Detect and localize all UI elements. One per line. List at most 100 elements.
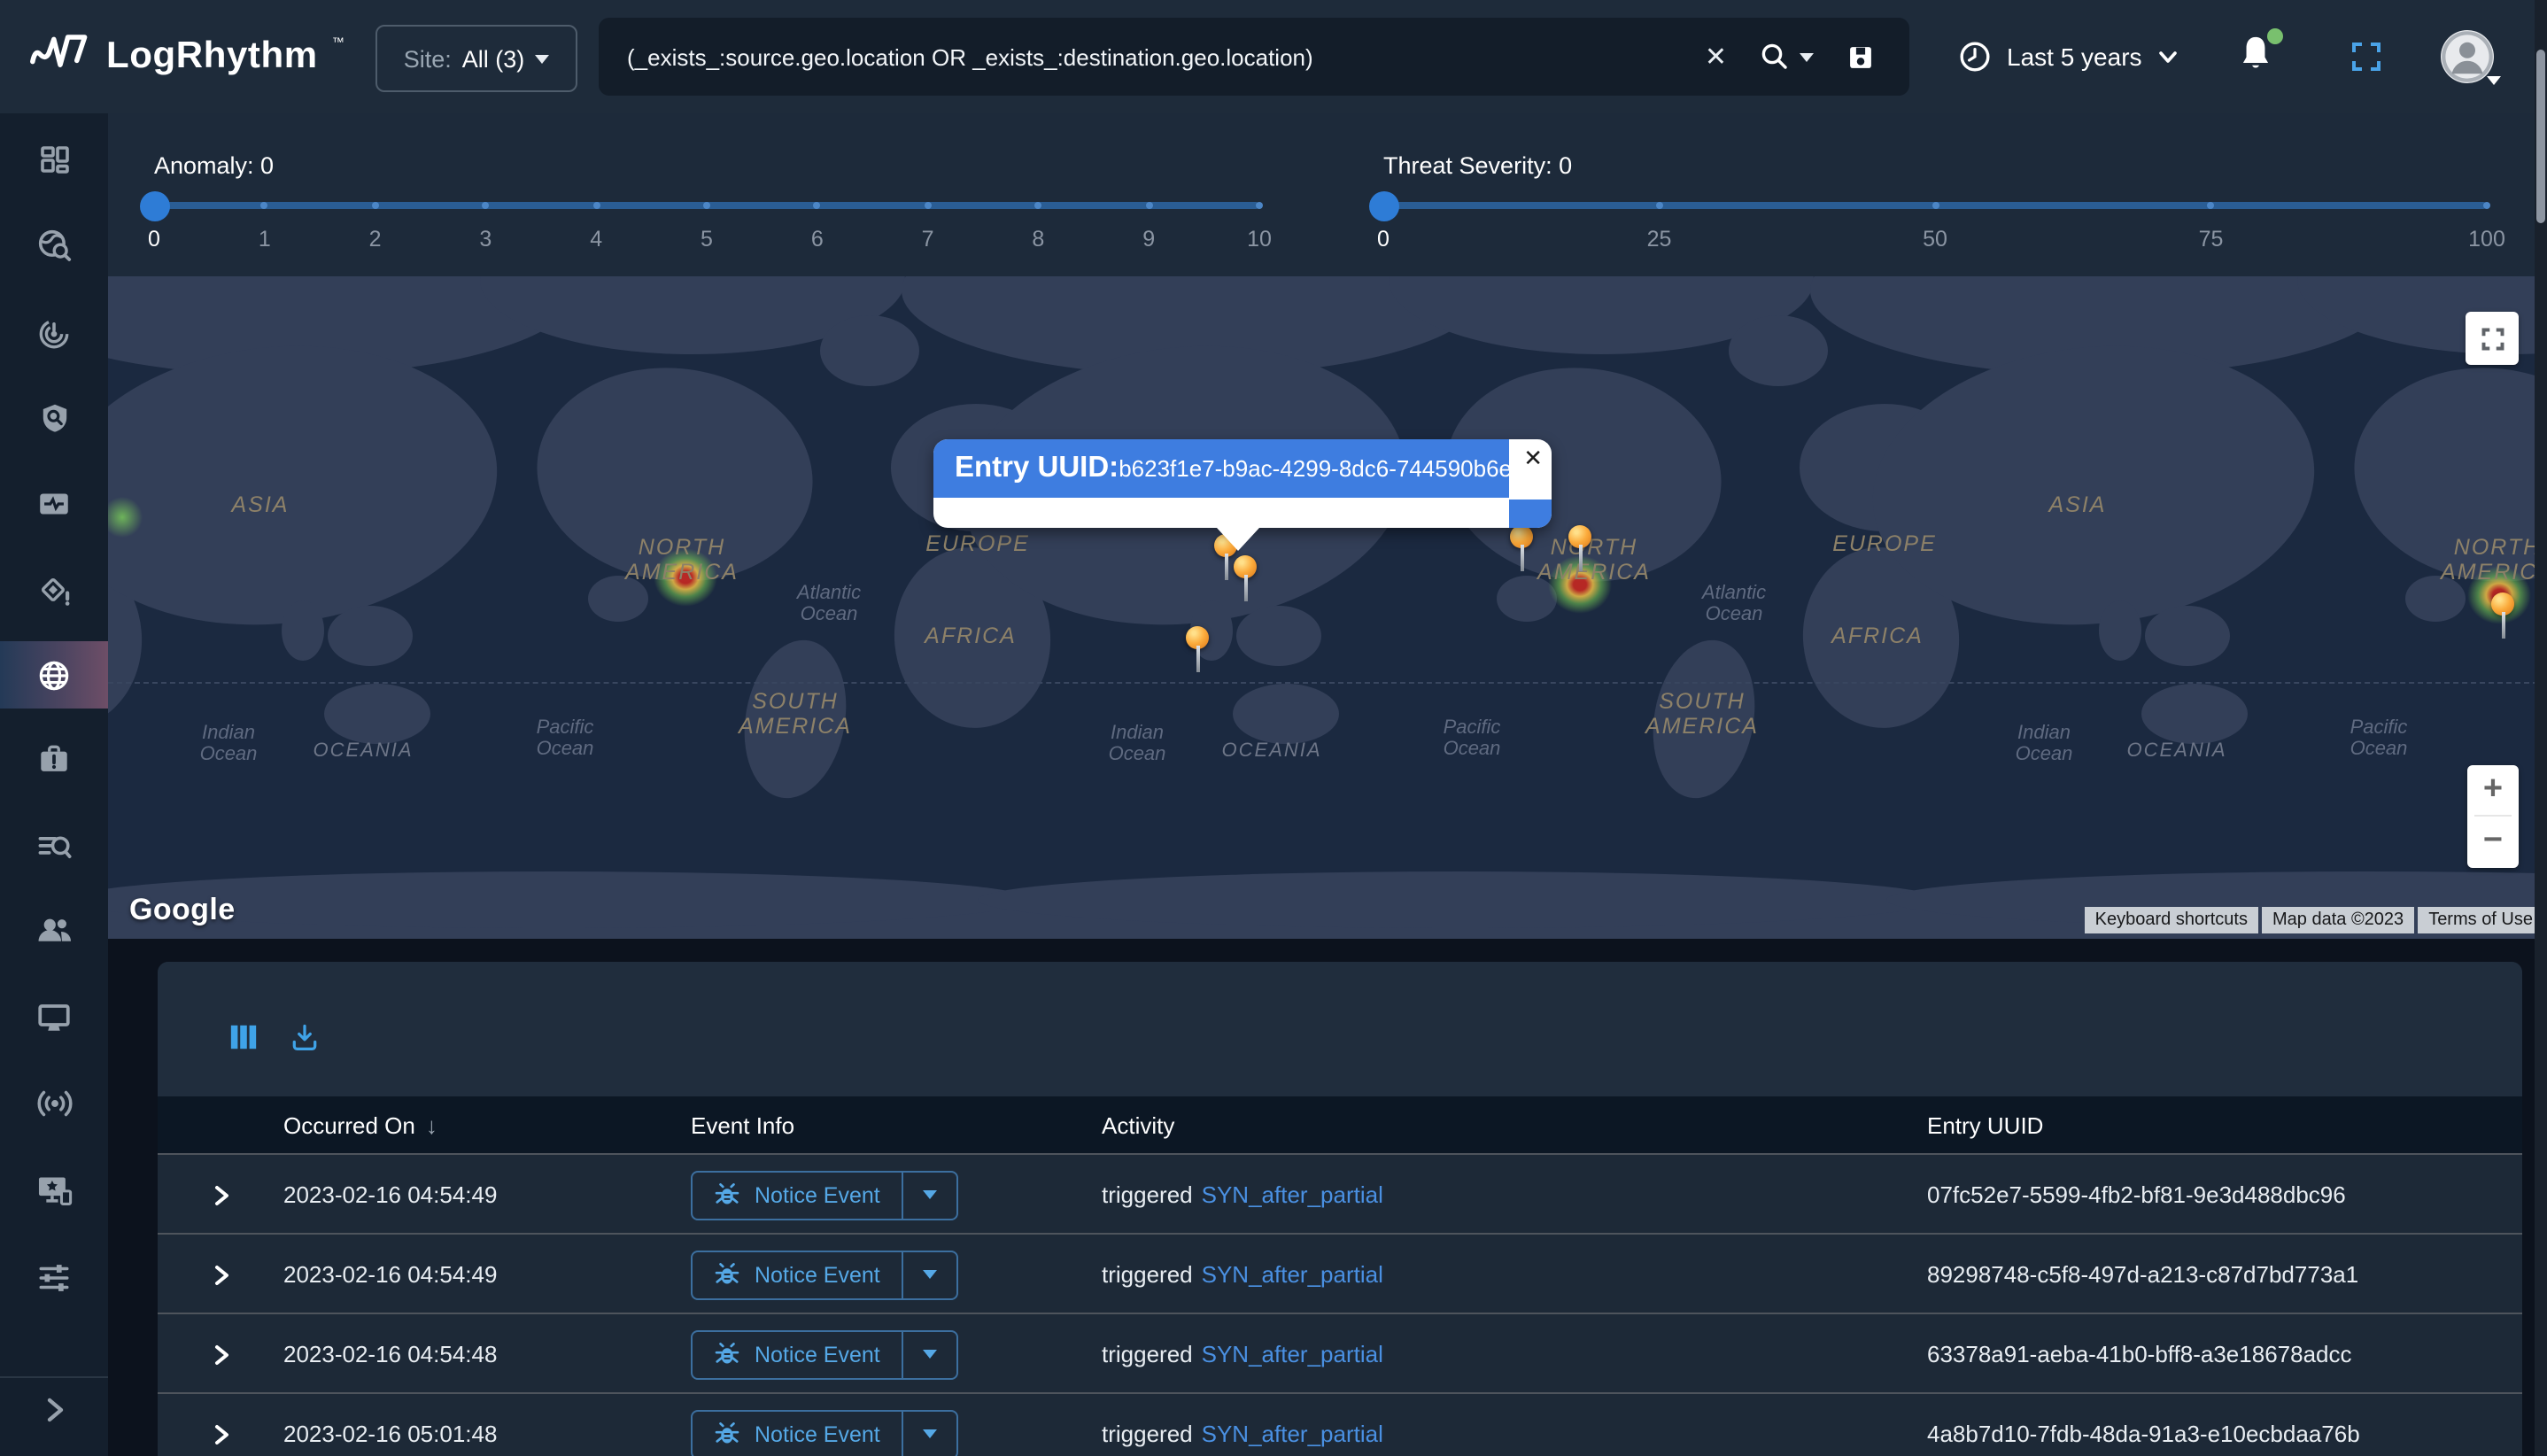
run-search-button[interactable] [1743, 30, 1830, 83]
sort-descending-icon: ↓ [426, 1111, 437, 1138]
notice-event-split-button[interactable]: Notice Event [691, 1329, 958, 1379]
chevron-right-icon [38, 1394, 70, 1426]
terms-of-use-link[interactable]: Terms of Use [2418, 907, 2543, 933]
clear-search-button[interactable]: ✕ [1689, 30, 1743, 83]
notice-event-split-button[interactable]: Notice Event [691, 1250, 958, 1299]
sidebar-item-administration[interactable] [0, 1245, 108, 1309]
event-options-dropdown[interactable] [903, 1409, 958, 1456]
activity-rule-link[interactable]: SYN_after_partial [1202, 1421, 1383, 1447]
anomaly-slider-handle[interactable] [139, 190, 169, 221]
anomaly-slider-track[interactable] [154, 202, 1259, 209]
column-header-activity[interactable]: Activity [1102, 1096, 1174, 1153]
fullscreen-icon [2479, 325, 2505, 352]
sidebar-item-threat-intel[interactable] [0, 213, 108, 276]
time-range-value: Last 5 years [2007, 43, 2142, 71]
anomaly-slider-label: Anomaly: 0 [154, 152, 274, 179]
sidebar-item-dashboards[interactable] [0, 128, 108, 191]
sidebar-item-detections[interactable] [0, 299, 108, 363]
sidebar-item-endpoint-monitoring[interactable] [0, 1158, 108, 1222]
map-fullscreen-button[interactable] [2466, 312, 2519, 365]
anomaly-slider: Anomaly: 0 012345678910 [154, 113, 1259, 276]
expand-row-button[interactable] [209, 1314, 234, 1394]
map-geo-label: OCEANIA [313, 740, 413, 762]
threat-severity-slider-handle[interactable] [1368, 190, 1398, 221]
sidebar-item-threat-hunting[interactable] [0, 386, 108, 450]
column-settings-button[interactable] [228, 1022, 259, 1052]
sidebar-item-analytics[interactable] [0, 471, 108, 535]
sidebar-item-users[interactable] [0, 898, 108, 962]
sidebar-item-cases[interactable] [0, 726, 108, 790]
filter-sliders-panel: Anomaly: 0 012345678910 Threat Severity:… [108, 113, 2547, 276]
columns-icon [228, 1022, 259, 1052]
map-pin[interactable] [1510, 525, 1533, 548]
notice-event-button[interactable]: Notice Event [691, 1250, 903, 1299]
page-scrollbar[interactable] [2535, 0, 2547, 1456]
activity-rule-link[interactable]: SYN_after_partial [1202, 1181, 1383, 1208]
zoom-in-button[interactable]: + [2467, 765, 2519, 815]
notice-event-split-button[interactable]: Notice Event [691, 1409, 958, 1456]
sidebar-item-log-search[interactable] [0, 815, 108, 879]
notice-event-button[interactable]: Notice Event [691, 1170, 903, 1220]
activity-cell: triggered SYN_after_partial [1102, 1235, 1383, 1314]
close-icon[interactable]: ✕ [1523, 445, 1543, 473]
activity-rule-link[interactable]: SYN_after_partial [1202, 1261, 1383, 1288]
site-selector[interactable]: Site: All (3) [375, 25, 577, 92]
search-bar[interactable]: (_exists_:source.geo.location OR _exists… [599, 18, 1909, 96]
sidebar-item-network-monitors[interactable] [0, 1072, 108, 1135]
column-header-entry-uuid[interactable]: Entry UUID [1927, 1096, 2043, 1153]
threat-severity-slider-track[interactable] [1383, 202, 2487, 209]
map-pin[interactable] [1234, 555, 1257, 578]
keyboard-shortcuts-link[interactable]: Keyboard shortcuts [2085, 907, 2258, 933]
slider-tick-label: 25 [1647, 227, 1672, 252]
logo-text: LogRhythm [106, 27, 318, 87]
tune-icon [35, 1259, 73, 1296]
slider-tick-label: 0 [1377, 227, 1390, 252]
notice-event-button[interactable]: Notice Event [691, 1329, 903, 1379]
fullscreen-button[interactable] [2349, 39, 2384, 74]
map-pin[interactable] [1186, 626, 1209, 649]
person-icon [2441, 30, 2494, 83]
slider-tick-label: 9 [1142, 227, 1155, 252]
slider-track-dot [1145, 202, 1152, 209]
map-data-label: Map data ©2023 [2262, 907, 2414, 933]
map-dashed-boundary [108, 682, 2547, 684]
scrollbar-thumb[interactable] [2536, 50, 2545, 223]
sidebar-item-hosts[interactable] [0, 985, 108, 1049]
event-options-dropdown[interactable] [903, 1170, 958, 1220]
activity-rule-link[interactable]: SYN_after_partial [1202, 1341, 1383, 1367]
map-geo-label: OCEANIA [1221, 740, 1321, 762]
google-logo[interactable]: Google [129, 893, 236, 928]
site-value: All (3) [462, 45, 525, 72]
slider-tick-label: 5 [701, 227, 713, 252]
notice-event-split-button[interactable]: Notice Event [691, 1170, 958, 1220]
event-options-dropdown[interactable] [903, 1250, 958, 1299]
search-list-icon [35, 828, 73, 865]
save-search-button[interactable] [1830, 30, 1892, 83]
map-geo-label: Pacific Ocean [2350, 717, 2408, 760]
time-range-selector[interactable]: Last 5 years [1957, 0, 2181, 113]
map-geo-label: Pacific Ocean [537, 717, 594, 760]
map-pin[interactable] [2491, 592, 2514, 616]
slider-tick-label: 3 [479, 227, 492, 252]
event-options-dropdown[interactable] [903, 1329, 958, 1379]
export-button[interactable] [289, 1022, 321, 1054]
map[interactable]: Entry UUID:b623f1e7-b9ac-4299-8dc6-74459… [108, 276, 2547, 939]
notifications-button[interactable] [2235, 32, 2281, 81]
activity-cell: triggered SYN_after_partial [1102, 1314, 1383, 1394]
entry-uuid-cell: 89298748-c5f8-497d-a213-c87d7bd773a1 [1927, 1235, 2358, 1314]
logrhythm-logo[interactable]: LogRhythm ™ [28, 27, 345, 87]
expand-row-button[interactable] [209, 1235, 234, 1314]
notice-event-label: Notice Event [755, 1342, 880, 1367]
column-header-event-info[interactable]: Event Info [691, 1096, 794, 1153]
user-avatar[interactable] [2441, 30, 2494, 83]
map-pin[interactable] [1568, 525, 1591, 548]
expand-row-button[interactable] [209, 1394, 234, 1456]
notice-event-button[interactable]: Notice Event [691, 1409, 903, 1456]
sidebar-expand-button[interactable] [0, 1378, 108, 1442]
expand-row-button[interactable] [209, 1155, 234, 1235]
column-header-occurred-on[interactable]: Occurred On ↓ [283, 1096, 437, 1153]
zoom-out-button[interactable]: − [2467, 817, 2519, 866]
sidebar-item-geolocation-active[interactable] [0, 641, 108, 709]
search-query-input[interactable]: (_exists_:source.geo.location OR _exists… [627, 43, 1689, 70]
sidebar-item-alarms[interactable] [0, 558, 108, 622]
